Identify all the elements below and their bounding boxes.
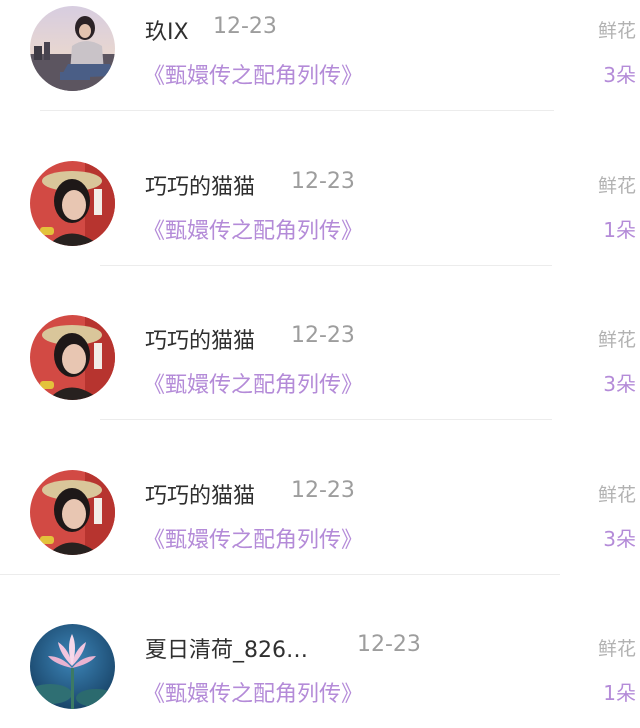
divider (100, 265, 552, 266)
gift-type-label: 鲜花 (597, 20, 636, 42)
book-title-link[interactable]: 《甄嬛传之配角列传》 (143, 676, 363, 708)
divider (40, 110, 554, 111)
book-title-link[interactable]: 《甄嬛传之配角列传》 (143, 58, 363, 90)
avatar[interactable] (30, 470, 115, 555)
user-name[interactable]: 巧巧的猫猫 (145, 323, 255, 355)
gift-date: 12-23 (291, 323, 355, 348)
gift-date: 12-23 (213, 14, 277, 39)
gift-type-label: 鲜花 (597, 329, 636, 351)
gift-count: 3朵 (603, 527, 636, 551)
gift-count: 3朵 (603, 372, 636, 396)
avatar[interactable] (30, 315, 115, 400)
user-avatar-photo-woman-hat-icon (30, 315, 115, 400)
gift-count: 3朵 (603, 63, 636, 87)
divider (0, 574, 560, 575)
avatar[interactable] (30, 624, 115, 709)
list-item[interactable]: 巧巧的猫猫 12-23 《甄嬛传之配角列传》 鲜花 1朵 (0, 155, 640, 266)
user-name[interactable]: 巧巧的猫猫 (145, 478, 255, 510)
book-title-link[interactable]: 《甄嬛传之配角列传》 (143, 522, 363, 554)
list-item[interactable]: 玖IX 12-23 《甄嬛传之配角列传》 鲜花 3朵 (0, 0, 640, 111)
gift-date: 12-23 (291, 478, 355, 503)
avatar[interactable] (30, 6, 115, 91)
flower-gift-list: 玖IX 12-23 《甄嬛传之配角列传》 鲜花 3朵 巧巧的猫猫 12-23 《… (0, 0, 640, 723)
book-title-link[interactable]: 《甄嬛传之配角列传》 (143, 367, 363, 399)
gift-type-label: 鲜花 (597, 638, 636, 660)
gift-date: 12-23 (291, 169, 355, 194)
user-avatar-photo-woman-hat-icon (30, 161, 115, 246)
user-name[interactable]: 夏日清荷_826… (145, 632, 308, 664)
divider (100, 419, 552, 420)
list-item[interactable]: 夏日清荷_826… 12-23 《甄嬛传之配角列传》 鲜花 1朵 (0, 618, 640, 728)
user-avatar-photo-woman-hat-icon (30, 470, 115, 555)
user-name[interactable]: 巧巧的猫猫 (145, 169, 255, 201)
gift-type-label: 鲜花 (597, 484, 636, 506)
gift-date: 12-23 (357, 632, 421, 657)
user-avatar-photo-girl-city-icon (30, 6, 115, 91)
user-name[interactable]: 玖IX (145, 14, 189, 46)
list-item[interactable]: 巧巧的猫猫 12-23 《甄嬛传之配角列传》 鲜花 3朵 (0, 309, 640, 420)
book-title-link[interactable]: 《甄嬛传之配角列传》 (143, 213, 363, 245)
gift-count: 1朵 (603, 681, 636, 705)
avatar[interactable] (30, 161, 115, 246)
user-avatar-photo-lotus-icon (30, 624, 115, 709)
list-item[interactable]: 巧巧的猫猫 12-23 《甄嬛传之配角列传》 鲜花 3朵 (0, 464, 640, 575)
gift-type-label: 鲜花 (597, 175, 636, 197)
gift-count: 1朵 (603, 218, 636, 242)
